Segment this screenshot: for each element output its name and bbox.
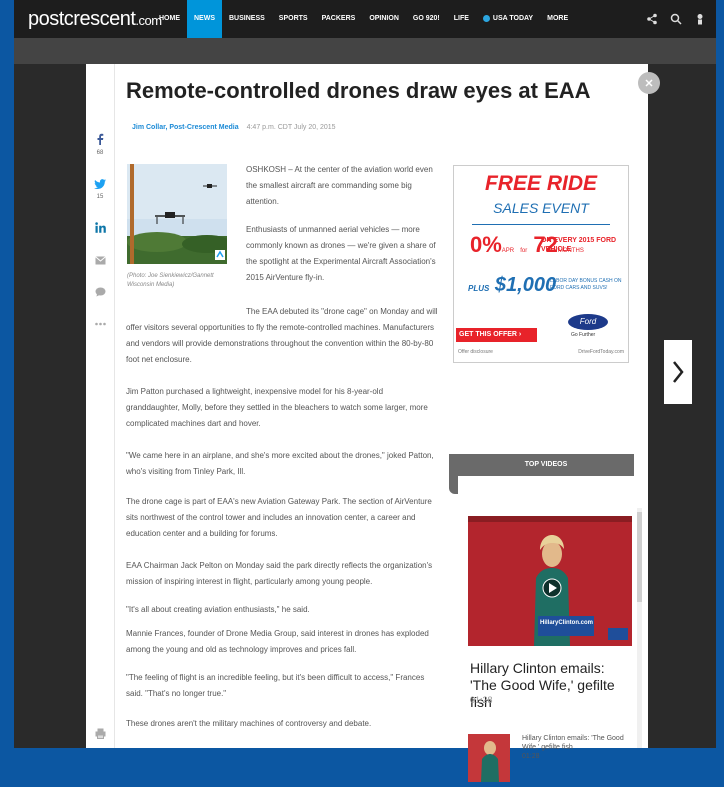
video-title[interactable]: Hillary Clinton emails: 'The Good Wife,'… bbox=[470, 660, 630, 711]
print-share[interactable] bbox=[86, 726, 114, 744]
search-icon[interactable] bbox=[670, 13, 682, 25]
ad-disclosure[interactable]: Offer disclosure bbox=[458, 349, 493, 355]
nav-more[interactable]: MORE bbox=[540, 0, 575, 38]
ad-bonus-cash: PLUS $1,000 bbox=[468, 274, 557, 296]
nav-business[interactable]: BUSINESS bbox=[222, 0, 272, 38]
nav-life[interactable]: LIFE bbox=[447, 0, 476, 38]
paragraph-11: These drones aren't the military machine… bbox=[126, 719, 372, 728]
ad-cta-button[interactable]: GET THIS OFFER › bbox=[456, 328, 537, 342]
twitter-icon bbox=[94, 179, 106, 190]
paragraph-9: Mannie Frances, founder of Drone Media G… bbox=[126, 629, 429, 654]
comment-icon bbox=[95, 287, 105, 297]
drone-photo bbox=[127, 164, 232, 264]
timestamp: 4:47 p.m. CDT July 20, 2015 bbox=[246, 124, 336, 131]
linkedin-share[interactable] bbox=[86, 220, 114, 238]
article-photo[interactable]: (Photo: Joe Sienkiewicz/Gannett Wisconsi… bbox=[127, 164, 232, 290]
paragraph-2: Enthusiasts of unmanned aerial vehicles … bbox=[246, 225, 436, 282]
ad-headline: FREE RIDE bbox=[484, 172, 597, 195]
nav-packers[interactable]: PACKERS bbox=[315, 0, 363, 38]
top-videos-tab bbox=[449, 454, 458, 494]
paragraph-1: OSHKOSH – At the center of the aviation … bbox=[246, 165, 433, 206]
close-modal-button[interactable] bbox=[638, 72, 660, 94]
twitter-share[interactable]: 15 bbox=[86, 176, 114, 200]
ad-divider bbox=[472, 224, 610, 225]
browser-frame: postcrescent.com HOME NEWS BUSINESS SPOR… bbox=[14, 0, 716, 782]
envelope-icon bbox=[94, 256, 106, 265]
video-scroll-thumb[interactable] bbox=[637, 512, 642, 602]
video-item-thumbnail[interactable] bbox=[468, 734, 510, 782]
ford-ad[interactable]: FREE RIDE SALES EVENT 0%APR for 72MONTHS… bbox=[453, 165, 629, 363]
paragraph-3: The EAA debuted its "drone cage" on Mond… bbox=[126, 307, 438, 364]
comment-share[interactable] bbox=[86, 284, 114, 302]
printer-icon bbox=[95, 728, 105, 739]
article-title: Remote-controlled drones draw eyes at EA… bbox=[126, 78, 591, 103]
ad-cash-note: LABOR DAY BONUS CASH ON FORD CARS AND SU… bbox=[550, 278, 622, 291]
top-navigation: postcrescent.com HOME NEWS BUSINESS SPOR… bbox=[14, 0, 716, 38]
ad-site: DriveFordToday.com bbox=[578, 349, 624, 355]
nav-icons bbox=[646, 0, 706, 38]
paragraph-7: EAA Chairman Jack Pelton on Monday said … bbox=[126, 561, 433, 586]
paragraph-5: "We came here in an airplane, and she's … bbox=[126, 451, 434, 476]
paragraph-4: Jim Patton purchased a lightweight, inex… bbox=[126, 387, 428, 428]
paragraph-10: "The feeling of flight is an incredible … bbox=[126, 673, 425, 698]
nav-go920[interactable]: GO 920! bbox=[406, 0, 447, 38]
sub-navigation-bar bbox=[14, 38, 716, 64]
paragraph-6: The drone cage is part of EAA's new Avia… bbox=[126, 497, 432, 538]
usatoday-dot-icon bbox=[482, 14, 490, 22]
video-thumbnail bbox=[468, 516, 632, 646]
video-banner-text: HillaryClinton.com bbox=[540, 620, 594, 626]
share-rail: 68 15 bbox=[86, 64, 115, 748]
user-icon[interactable] bbox=[694, 13, 706, 25]
article-modal: 68 15 Remote-controlled drones draw eyes… bbox=[86, 64, 648, 782]
nav-usatoday[interactable]: USA TODAY bbox=[476, 0, 540, 38]
facebook-icon bbox=[97, 133, 104, 145]
nav-sports[interactable]: SPORTS bbox=[272, 0, 315, 38]
video-duration: 01:28 bbox=[470, 695, 493, 705]
more-share[interactable] bbox=[86, 314, 114, 332]
linkedin-icon bbox=[94, 222, 106, 233]
next-article-button[interactable] bbox=[664, 340, 692, 404]
byline: Jim Collar, Post-Crescent Media 4:47 p.m.… bbox=[132, 124, 336, 131]
facebook-share[interactable]: 68 bbox=[86, 132, 114, 156]
close-icon bbox=[645, 79, 653, 87]
top-videos-header: TOP VIDEOS bbox=[458, 454, 634, 476]
email-share[interactable] bbox=[86, 252, 114, 270]
ad-tagline: Go Further bbox=[571, 332, 596, 338]
site-logo[interactable]: postcrescent.com bbox=[28, 8, 162, 31]
ad-subhead: SALES EVENT bbox=[493, 200, 589, 216]
ad-every-text: ON EVERY 2015 FORD VEHICLE bbox=[541, 237, 617, 253]
share-icon[interactable] bbox=[646, 13, 658, 25]
nav-opinion[interactable]: OPINION bbox=[362, 0, 406, 38]
nav-menu: HOME NEWS BUSINESS SPORTS PACKERS OPINIO… bbox=[152, 0, 575, 38]
photo-caption: (Photo: Joe Sienkiewicz/Gannett Wisconsi… bbox=[127, 273, 214, 288]
video-player[interactable]: HillaryClinton.com bbox=[468, 516, 632, 646]
more-icon bbox=[94, 322, 106, 326]
author-link[interactable]: Jim Collar, Post-Crescent Media bbox=[132, 124, 239, 131]
nav-news[interactable]: NEWS bbox=[187, 0, 222, 38]
paragraph-8: "It's all about creating aviation enthus… bbox=[126, 605, 310, 614]
ford-logo: Ford bbox=[568, 314, 608, 330]
nav-home[interactable]: HOME bbox=[152, 0, 187, 38]
chevron-right-icon bbox=[673, 361, 684, 383]
